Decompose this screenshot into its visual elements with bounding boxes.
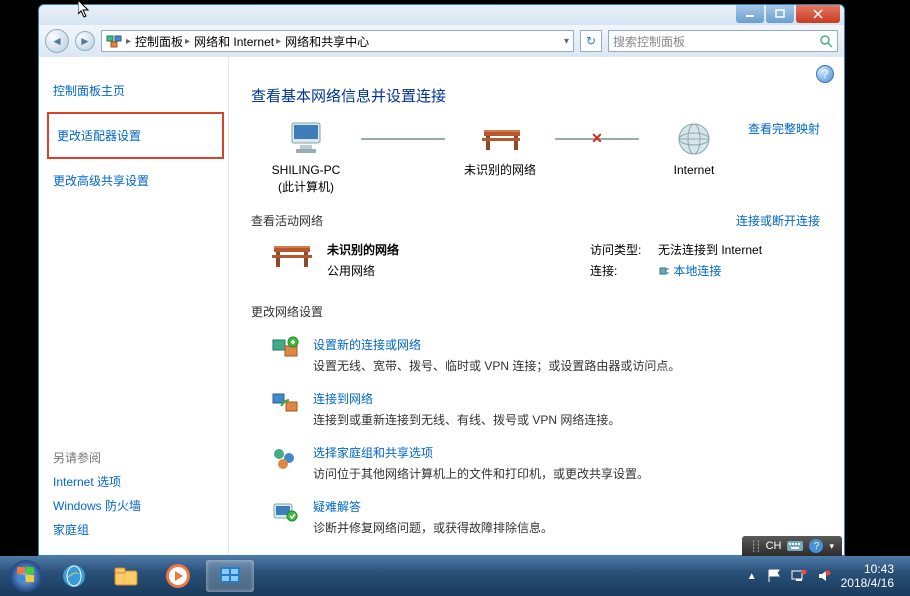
- advanced-sharing-link[interactable]: 更改高级共享设置: [53, 172, 218, 189]
- search-icon: [819, 34, 833, 48]
- sidebar: 控制面板主页 更改适配器设置 更改高级共享设置 另请参阅 Internet 选项…: [39, 57, 229, 555]
- breadcrumb-seg[interactable]: 网络和 Internet▸: [194, 33, 281, 50]
- option-desc: 连接到或重新连接到无线、有线、拨号或 VPN 网络连接。: [313, 411, 620, 428]
- breadcrumb-seg[interactable]: 控制面板▸: [135, 33, 190, 50]
- option-homegroup[interactable]: 选择家庭组和共享选项 访问位于其他网络计算机上的文件和打印机，或更改共享设置。: [251, 436, 820, 490]
- clock[interactable]: 10:43 2018/4/16: [841, 562, 894, 591]
- dropdown-arrow-icon[interactable]: ▾: [564, 36, 569, 47]
- network-name: 未识别的网络: [327, 241, 590, 258]
- option-title: 连接到网络: [313, 390, 620, 407]
- keyboard-icon: [787, 541, 803, 551]
- map-internet: Internet: [639, 120, 749, 179]
- content-area: 控制面板主页 更改适配器设置 更改高级共享设置 另请参阅 Internet 选项…: [39, 57, 844, 555]
- taskbar-explorer[interactable]: [102, 560, 150, 592]
- map-this-computer: SHILING-PC (此计算机): [251, 120, 361, 196]
- homegroup-icon: [271, 444, 299, 472]
- connector-line: [361, 138, 445, 140]
- taskbar: ▲ 10:43 2018/4/16: [0, 556, 910, 596]
- see-also-header: 另请参阅: [53, 449, 218, 466]
- option-setup-connection[interactable]: 设置新的连接或网络 设置无线、宽带、拨号、临时或 VPN 连接；或设置路由器或访…: [251, 328, 820, 382]
- computer-icon: [286, 120, 326, 158]
- map-unidentified-network: 未识别的网络: [445, 120, 555, 179]
- back-button[interactable]: ◄: [45, 29, 69, 53]
- bench-icon: [271, 241, 313, 277]
- main-panel: ? 查看基本网络信息并设置连接 查看完整映射 SHILING-PC (此计算机)…: [229, 57, 844, 555]
- address-bar[interactable]: ▸ 控制面板▸ 网络和 Internet▸ 网络和共享中心 ▾: [101, 30, 574, 52]
- active-networks-header: 查看活动网络 连接或断开连接: [251, 212, 820, 229]
- breadcrumb-arrow-icon: ▸: [126, 36, 131, 47]
- help-button[interactable]: ?: [816, 65, 834, 83]
- active-network-info: 未识别的网络 公用网络 访问类型: 无法连接到 Internet 连接:: [251, 237, 820, 287]
- change-settings-header: 更改网络设置: [251, 303, 820, 320]
- control-panel-window: ◄ ► ▸ 控制面板▸ 网络和 Internet▸ 网络和共享中心 ▾ ↻ 搜索…: [38, 4, 845, 556]
- taskbar-media-player[interactable]: [154, 560, 202, 592]
- titlebar: [39, 5, 844, 25]
- windows-firewall-link[interactable]: Windows 防火墙: [53, 497, 218, 514]
- plug-icon: [658, 265, 670, 277]
- connection-label: 连接:: [590, 262, 650, 279]
- option-troubleshoot[interactable]: 疑难解答 诊断并修复网络问题，或获得故障排除信息。: [251, 490, 820, 544]
- dropdown-arrow-icon[interactable]: ▾: [829, 541, 834, 552]
- volume-icon[interactable]: [817, 569, 831, 583]
- network-type: 公用网络: [327, 262, 590, 279]
- network-map: 查看完整映射 SHILING-PC (此计算机) 未识别的网络: [251, 120, 820, 196]
- flag-icon[interactable]: [767, 569, 781, 583]
- help-tiny-icon[interactable]: ?: [809, 539, 823, 553]
- setup-connection-icon: [271, 336, 299, 364]
- close-button[interactable]: [796, 5, 840, 23]
- minimize-button[interactable]: [736, 5, 764, 23]
- control-panel-home-link[interactable]: 控制面板主页: [53, 82, 218, 99]
- access-type-label: 访问类型:: [590, 241, 650, 258]
- forward-button[interactable]: ►: [75, 31, 95, 51]
- troubleshoot-icon: [271, 498, 299, 526]
- option-desc: 诊断并修复网络问题，或获得故障排除信息。: [313, 519, 553, 536]
- search-placeholder: 搜索控制面板: [613, 33, 685, 50]
- refresh-button[interactable]: ↻: [580, 30, 602, 52]
- maximize-button[interactable]: [766, 5, 794, 23]
- network-options: 设置新的连接或网络 设置无线、宽带、拨号、临时或 VPN 连接；或设置路由器或访…: [251, 328, 820, 544]
- local-connection-link[interactable]: 本地连接: [673, 264, 721, 278]
- homegroup-link[interactable]: 家庭组: [53, 521, 218, 538]
- clock-date: 2018/4/16: [841, 576, 894, 590]
- connector-broken: [555, 138, 639, 140]
- change-adapter-link[interactable]: 更改适配器设置: [57, 127, 214, 144]
- option-connect-network[interactable]: 连接到网络 连接到或重新连接到无线、有线、拨号或 VPN 网络连接。: [251, 382, 820, 436]
- taskbar-control-panel[interactable]: [206, 560, 254, 592]
- address-row: ◄ ► ▸ 控制面板▸ 网络和 Internet▸ 网络和共享中心 ▾ ↻ 搜索…: [39, 25, 844, 57]
- globe-icon: [674, 120, 714, 158]
- highlight-box: 更改适配器设置: [47, 112, 224, 159]
- page-title: 查看基本网络信息并设置连接: [251, 85, 820, 106]
- see-also: 另请参阅 Internet 选项 Windows 防火墙 家庭组: [53, 449, 218, 545]
- network-center-icon: [106, 33, 122, 49]
- tray-arrow-icon[interactable]: ▲: [747, 571, 757, 582]
- breadcrumb-seg[interactable]: 网络和共享中心: [285, 33, 369, 50]
- start-button[interactable]: [6, 556, 46, 596]
- option-desc: 设置无线、宽带、拨号、临时或 VPN 连接；或设置路由器或访问点。: [313, 357, 680, 374]
- language-label: CH: [766, 540, 782, 552]
- internet-options-link[interactable]: Internet 选项: [53, 473, 218, 490]
- network-tray-icon[interactable]: [791, 569, 807, 583]
- language-bar[interactable]: ┊┊ CH ? ▾: [742, 536, 842, 556]
- grip-icon: ┊┊: [750, 540, 759, 553]
- computer-sub: (此计算机): [278, 179, 334, 196]
- internet-label: Internet: [674, 162, 715, 179]
- view-full-map-link[interactable]: 查看完整映射: [748, 120, 820, 137]
- option-title: 设置新的连接或网络: [313, 336, 680, 353]
- connect-network-icon: [271, 390, 299, 418]
- bench-icon: [480, 120, 520, 158]
- computer-name: SHILING-PC: [272, 162, 341, 179]
- unidentified-label: 未识别的网络: [464, 162, 536, 179]
- option-title: 疑难解答: [313, 498, 553, 515]
- access-type-value: 无法连接到 Internet: [658, 241, 762, 258]
- connect-disconnect-link[interactable]: 连接或断开连接: [736, 212, 820, 229]
- option-desc: 访问位于其他网络计算机上的文件和打印机，或更改共享设置。: [313, 465, 649, 482]
- clock-time: 10:43: [841, 562, 894, 576]
- system-tray: ▲ 10:43 2018/4/16: [747, 562, 904, 591]
- search-input[interactable]: 搜索控制面板: [608, 30, 838, 52]
- taskbar-ie[interactable]: [50, 560, 98, 592]
- option-title: 选择家庭组和共享选项: [313, 444, 649, 461]
